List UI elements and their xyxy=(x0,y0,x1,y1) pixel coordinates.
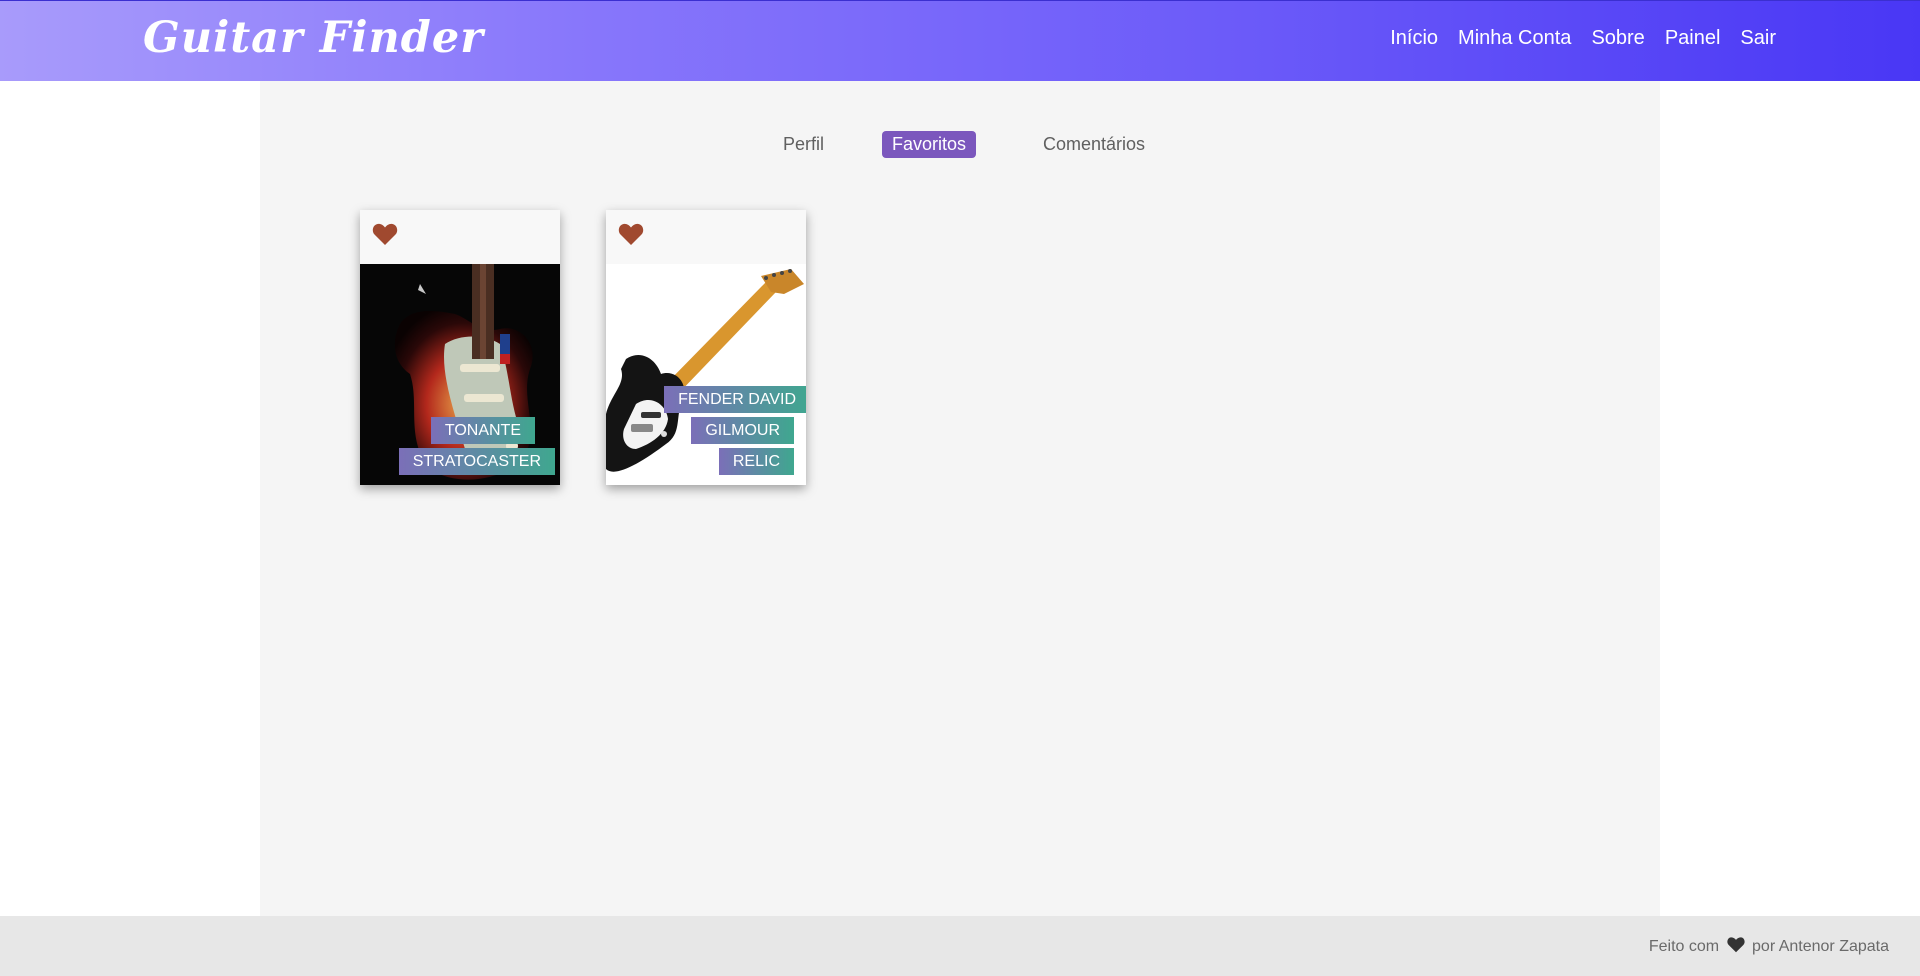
heart-icon[interactable] xyxy=(618,222,644,246)
nav-painel-link[interactable]: Painel xyxy=(1665,27,1721,50)
brand-logo[interactable]: Guitar Finder xyxy=(143,13,484,63)
heart-icon[interactable] xyxy=(372,222,398,246)
tab-favoritos[interactable]: Favoritos xyxy=(882,131,977,158)
heart-icon xyxy=(1726,937,1745,953)
tag-label: TONANTE xyxy=(430,417,535,444)
card-header xyxy=(606,210,806,264)
navbar: Guitar Finder Início Minha Conta Sobre P… xyxy=(0,0,1920,81)
tab-perfil[interactable]: Perfil xyxy=(773,131,834,158)
tag-group: TONANTE STRATOCASTER xyxy=(398,417,555,475)
footer: Feito com por Antenor Zapata xyxy=(0,916,1920,976)
favorite-card[interactable]: TONANTE STRATOCASTER xyxy=(360,210,560,485)
footer-author: por Antenor Zapata xyxy=(1752,938,1889,955)
nav-sair-link[interactable]: Sair xyxy=(1740,27,1776,50)
tag-label: STRATOCASTER xyxy=(398,448,555,475)
main-content: Perfil Favoritos Comentários TONANTE STR… xyxy=(260,81,1660,916)
footer-prefix: Feito com xyxy=(1648,938,1720,955)
tag-label: RELIC xyxy=(718,448,794,475)
nav-inicio-link[interactable]: Início xyxy=(1390,27,1438,50)
card-header xyxy=(360,210,560,264)
nav-links: Início Minha Conta Sobre Painel Sair xyxy=(1390,27,1776,50)
nav-sobre-link[interactable]: Sobre xyxy=(1591,27,1644,50)
nav-minha-conta-link[interactable]: Minha Conta xyxy=(1458,27,1571,50)
tag-label: GILMOUR xyxy=(691,417,794,444)
tag-label: FENDER DAVID xyxy=(664,386,806,413)
tag-group: FENDER DAVID GILMOUR RELIC xyxy=(664,386,806,475)
favorite-card[interactable]: FENDER DAVID GILMOUR RELIC xyxy=(606,210,806,485)
footer-credit: Feito com por Antenor Zapata xyxy=(1649,936,1889,956)
tab-comentarios[interactable]: Comentários xyxy=(1033,131,1155,158)
